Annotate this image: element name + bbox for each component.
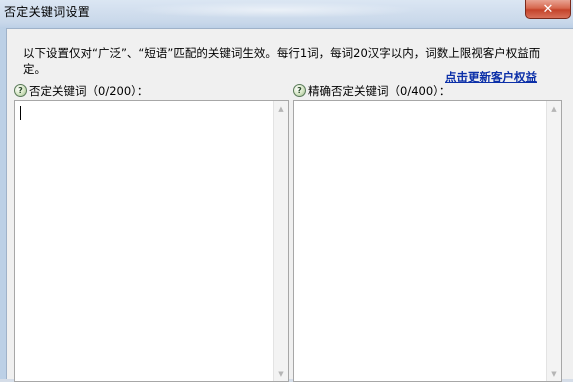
scroll-up-icon[interactable]: ▲ (274, 101, 288, 116)
negative-keyword-dialog: 否定关键词设置 ✕ 以下设置仅对“广泛”、“短语”匹配的关键词生效。每行1词，每… (0, 0, 573, 382)
update-rights-link[interactable]: 点击更新客户权益 (445, 69, 537, 85)
help-icon[interactable]: ? (14, 84, 27, 97)
negative-keywords-textarea[interactable]: ▲ ▼ (14, 100, 289, 382)
title-bar[interactable]: 否定关键词设置 ✕ (0, 0, 573, 28)
exact-negative-keywords-label: 精确否定关键词（0/400）： (308, 84, 451, 98)
close-button[interactable]: ✕ (525, 0, 571, 19)
title-glow (130, 2, 420, 18)
window-title: 否定关键词设置 (4, 5, 91, 19)
vertical-scrollbar[interactable]: ▲ ▼ (273, 101, 288, 381)
dialog-body: 以下设置仅对“广泛”、“短语”匹配的关键词生效。每行1词，每词20汉字以内，词数… (6, 28, 573, 382)
scroll-up-icon[interactable]: ▲ (547, 101, 561, 116)
text-caret (20, 106, 21, 120)
vertical-scrollbar[interactable]: ▲ ▼ (546, 101, 561, 381)
exact-negative-keywords-textarea[interactable]: ▲ ▼ (293, 100, 562, 382)
help-icon[interactable]: ? (293, 84, 306, 97)
negative-keywords-label: 否定关键词（0/200）： (29, 84, 149, 98)
close-icon: ✕ (542, 1, 554, 17)
